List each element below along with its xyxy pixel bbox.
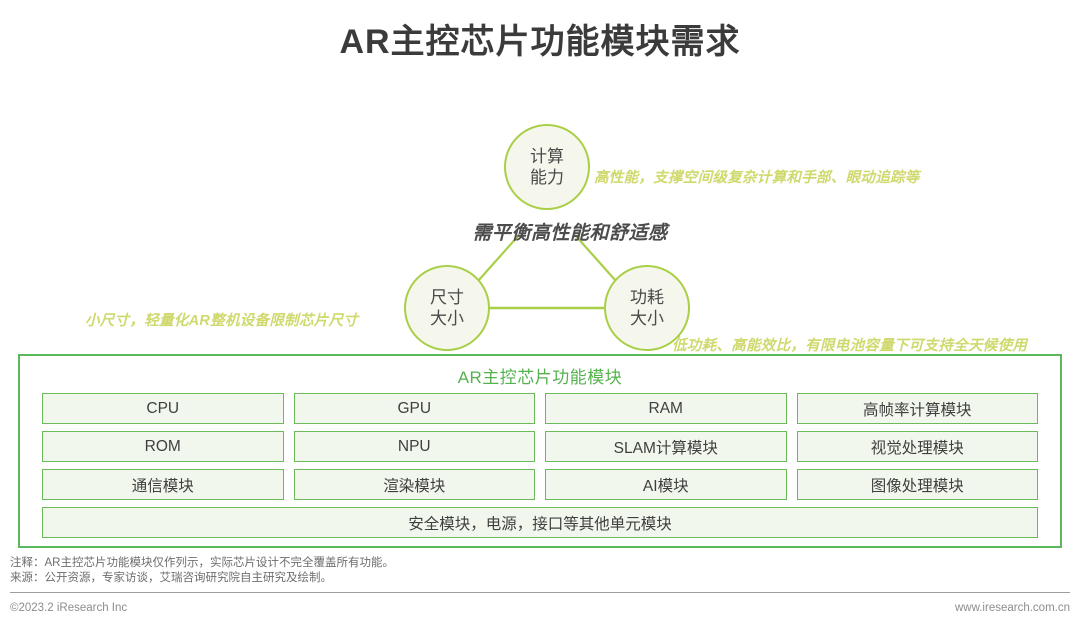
- annotation-size: 小尺寸，轻量化AR整机设备限制芯片尺寸: [85, 313, 359, 329]
- node-size-line1: 尺寸: [430, 288, 464, 307]
- node-power-line1: 功耗: [630, 288, 664, 307]
- module-cell[interactable]: RAM: [545, 393, 787, 424]
- module-cell[interactable]: CPU: [42, 393, 284, 424]
- module-cell-other-units[interactable]: 安全模块，电源，接口等其他单元模块: [42, 507, 1038, 538]
- module-cell[interactable]: GPU: [293, 393, 535, 424]
- footer-website: www.iresearch.com.cn: [954, 602, 1070, 614]
- annotation-compute: 高性能，支撑空间级复杂计算和手部、眼动追踪等: [594, 170, 920, 186]
- modules-header-title: AR主控芯片功能模块: [457, 368, 623, 387]
- triangle-diagram: 计算 能力 尺寸 大小 功耗 大小 需平衡高性能和舒适感 高性能，支撑空间级复杂…: [0, 100, 1080, 360]
- footnotes: 注释：AR主控芯片功能模块仅作列示，实际芯片设计不完全覆盖所有功能。 来源：公开…: [10, 556, 394, 586]
- module-cell[interactable]: NPU: [293, 431, 535, 462]
- node-compute-line2: 能力: [530, 168, 564, 187]
- module-cell[interactable]: 高帧率计算模块: [796, 393, 1038, 424]
- node-size: 尺寸 大小: [404, 265, 490, 351]
- module-cell[interactable]: 通信模块: [42, 469, 284, 500]
- diagram-center-label: 需平衡高性能和舒适感: [472, 223, 668, 244]
- node-power-line2: 大小: [630, 309, 664, 328]
- node-compute-capability: 计算 能力: [504, 124, 590, 210]
- module-cell[interactable]: 视觉处理模块: [796, 431, 1038, 462]
- node-compute-line1: 计算: [530, 147, 564, 166]
- module-cell[interactable]: 图像处理模块: [796, 469, 1038, 500]
- annotation-power: 低功耗、高能效比，有限电池容量下可支持全天候使用: [672, 338, 1028, 354]
- footer-divider: [10, 592, 1070, 593]
- modules-container: AR主控芯片功能模块 CPU GPU RAM 高帧率计算模块 ROM NPU S…: [18, 354, 1062, 548]
- slide-page: AR主控芯片功能模块需求 计算 能力 尺寸 大小 功耗 大小 需平衡高性能和舒适…: [0, 0, 1080, 627]
- footer-copyright: ©2023.2 iResearch Inc: [10, 602, 128, 614]
- module-cell[interactable]: AI模块: [545, 469, 787, 500]
- module-cell[interactable]: ROM: [42, 431, 284, 462]
- page-title: AR主控芯片功能模块需求: [339, 23, 741, 61]
- footnote-source: 来源：公开资源，专家访谈，艾瑞咨询研究院自主研究及绘制。: [10, 572, 332, 584]
- module-cell[interactable]: SLAM计算模块: [545, 431, 787, 462]
- footnote-note: 注释：AR主控芯片功能模块仅作列示，实际芯片设计不完全覆盖所有功能。: [10, 557, 394, 569]
- modules-grid: CPU GPU RAM 高帧率计算模块 ROM NPU SLAM计算模块 视觉处…: [20, 393, 1060, 500]
- module-cell[interactable]: 渲染模块: [293, 469, 535, 500]
- node-size-line2: 大小: [430, 309, 464, 328]
